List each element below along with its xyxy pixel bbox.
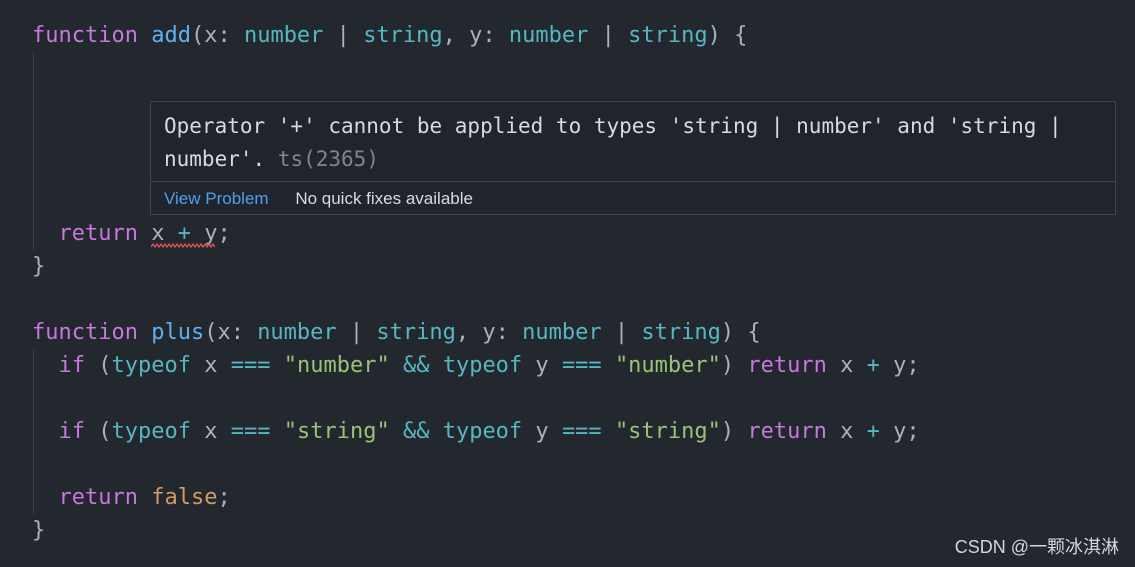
token-operator: === bbox=[230, 353, 271, 378]
token-boolean: false bbox=[151, 485, 218, 510]
token-type: number bbox=[522, 320, 602, 345]
token-keyword: function bbox=[32, 23, 138, 48]
token-operator: === bbox=[561, 353, 602, 378]
token-plain: x bbox=[826, 419, 867, 444]
problem-hover-widget: Operator '+' cannot be applied to types … bbox=[150, 101, 1116, 215]
token-plain: ; bbox=[217, 485, 231, 510]
token-operator: === bbox=[561, 419, 602, 444]
token-plain: } bbox=[32, 254, 46, 279]
watermark: CSDN @一颗冰淇淋 bbox=[954, 537, 1119, 557]
code-line-10[interactable]: if (typeof x === "string" && typeof y ==… bbox=[32, 415, 920, 448]
token-plain: ( bbox=[85, 353, 112, 378]
token-type: number bbox=[508, 23, 589, 48]
code-line-13[interactable]: } bbox=[32, 514, 45, 547]
token-plain: y; bbox=[879, 353, 920, 378]
token-operator: === bbox=[230, 419, 271, 444]
token-plain: ( bbox=[85, 419, 112, 444]
token-string: "string" bbox=[283, 419, 390, 444]
token-type: typeof bbox=[111, 353, 191, 378]
token-keyword: return bbox=[747, 419, 827, 444]
token-operator: + bbox=[866, 353, 880, 378]
token-type: string bbox=[363, 23, 443, 48]
token-operator: && bbox=[402, 353, 430, 378]
token-plain: ) { bbox=[720, 320, 761, 345]
token-type: number bbox=[243, 23, 324, 48]
token-plain: | bbox=[601, 320, 642, 345]
token-plain: (x: bbox=[190, 23, 244, 48]
error-squiggle bbox=[151, 242, 215, 249]
token-type: string bbox=[641, 320, 721, 345]
token-type: string bbox=[376, 320, 456, 345]
token-type: string bbox=[628, 23, 708, 48]
token-plain: | bbox=[336, 320, 377, 345]
token-operator: + bbox=[866, 419, 880, 444]
token-keyword: function bbox=[32, 320, 138, 345]
token-function_name: add bbox=[151, 23, 191, 48]
token-keyword: if bbox=[58, 353, 86, 378]
hover-actions: View Problem No quick fixes available bbox=[164, 188, 473, 210]
token-string: "string" bbox=[614, 419, 721, 444]
problem-error-code: ts(2365) bbox=[277, 147, 379, 171]
token-plain: y bbox=[522, 353, 562, 378]
code-line-8[interactable]: if (typeof x === "number" && typeof y ==… bbox=[32, 349, 920, 382]
token-plain: ) bbox=[720, 419, 748, 444]
hover-divider bbox=[151, 181, 1115, 182]
token-keyword: if bbox=[58, 419, 86, 444]
view-problem-link[interactable]: View Problem bbox=[164, 189, 269, 208]
no-quick-fixes-label: No quick fixes available bbox=[295, 189, 473, 208]
code-editor[interactable]: function add(x: number | string, y: numb… bbox=[0, 0, 1135, 567]
token-plain: } bbox=[32, 518, 46, 543]
token-plain: ) { bbox=[707, 23, 748, 48]
token-plain: x bbox=[190, 353, 231, 378]
token-string: "number" bbox=[614, 353, 721, 378]
code-line-7[interactable]: function plus(x: number | string, y: num… bbox=[32, 316, 761, 349]
token-type: typeof bbox=[111, 419, 191, 444]
token-type: number bbox=[257, 320, 337, 345]
token-type: typeof bbox=[442, 419, 523, 444]
problem-message: Operator '+' cannot be applied to types … bbox=[164, 110, 1108, 176]
token-plain: (x: bbox=[204, 320, 258, 345]
token-plain: x bbox=[190, 419, 231, 444]
code-line-1[interactable]: function add(x: number | string, y: numb… bbox=[32, 19, 747, 52]
token-keyword: return bbox=[58, 221, 138, 246]
code-line-5[interactable]: } bbox=[32, 250, 45, 283]
token-keyword: return bbox=[747, 353, 827, 378]
token-operator: && bbox=[402, 419, 430, 444]
token-plain: | bbox=[323, 23, 364, 48]
token-plain: y; bbox=[879, 419, 920, 444]
token-plain: y bbox=[522, 419, 562, 444]
token-function_name: plus bbox=[151, 320, 205, 345]
code-line-12[interactable]: return false; bbox=[32, 481, 231, 514]
token-plain: ) bbox=[720, 353, 748, 378]
token-plain: | bbox=[588, 23, 629, 48]
token-type: typeof bbox=[442, 353, 523, 378]
token-keyword: return bbox=[58, 485, 138, 510]
token-plain: , y: bbox=[455, 320, 523, 345]
token-plain: x bbox=[826, 353, 867, 378]
token-string: "number" bbox=[283, 353, 390, 378]
token-plain: , y: bbox=[442, 23, 509, 48]
